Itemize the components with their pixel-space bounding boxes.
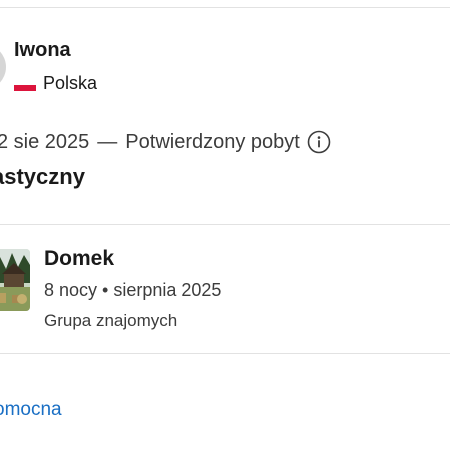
review-card-page: Iwona Polska 2 sie 2025 — Potwierdzony p… [0, 0, 450, 450]
avatar [0, 44, 6, 90]
info-icon[interactable] [307, 130, 331, 154]
stay-date: 2 sie 2025 [0, 130, 90, 153]
traveler-type: Grupa znajomych [44, 311, 178, 330]
review-title: astyczny [0, 164, 85, 189]
stay-info-row: 2 sie 2025 — Potwierdzony pobyt [0, 128, 331, 156]
reviewer-country-row: Polska [14, 72, 97, 94]
property-name: Domek [44, 247, 115, 270]
helpful-button[interactable]: omocna [0, 399, 62, 421]
stay-status: Potwierdzony pobyt [125, 130, 300, 153]
poland-flag-icon [14, 78, 36, 91]
property-thumbnail[interactable] [0, 249, 30, 311]
reviewer-name: Iwona [14, 39, 71, 61]
stay-separator: — [97, 130, 118, 153]
property-stay-summary: 8 nocy • sierpnia 2025 [44, 280, 222, 300]
top-divider [0, 7, 450, 8]
section-divider [0, 224, 450, 225]
bottom-divider [0, 353, 450, 354]
reviewer-country: Polska [43, 72, 98, 93]
